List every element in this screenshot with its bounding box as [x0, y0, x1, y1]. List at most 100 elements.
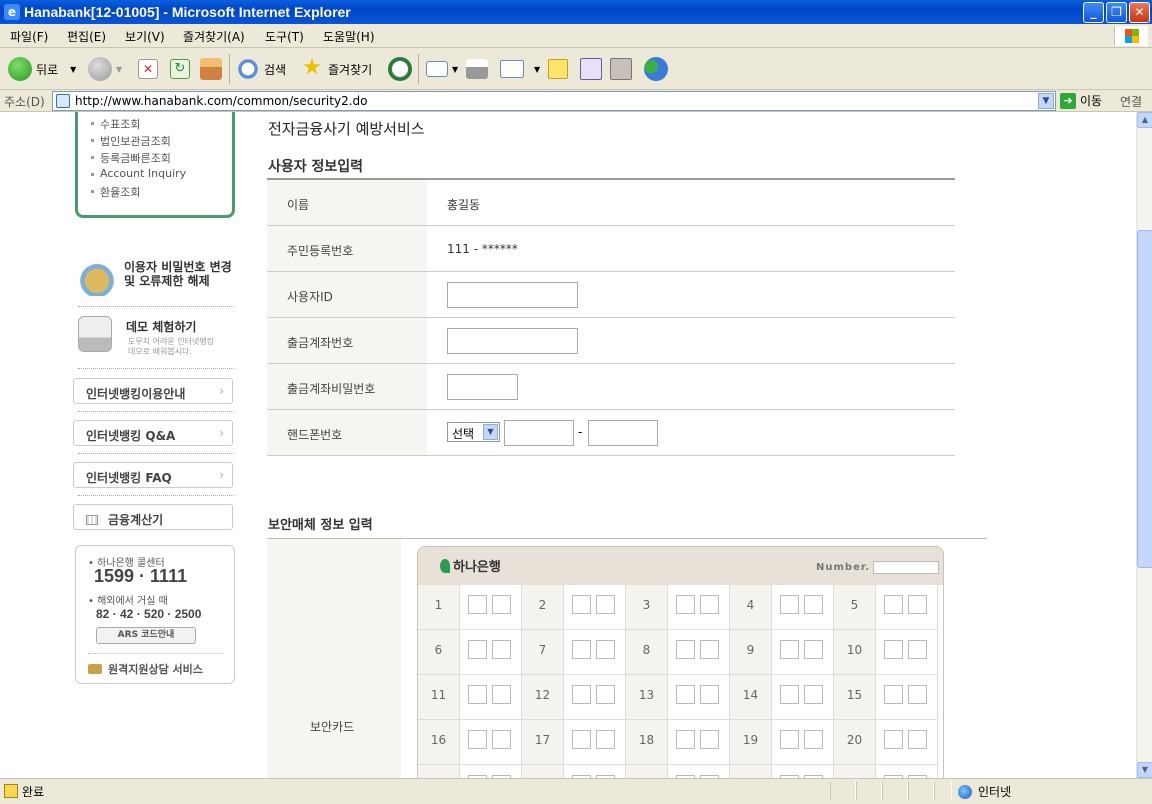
vertical-scrollbar[interactable]: ▲ ▼	[1136, 112, 1152, 778]
minimize-button[interactable]: _	[1083, 2, 1104, 23]
card-digit-box	[596, 730, 615, 749]
note-icon	[548, 59, 568, 79]
address-input[interactable]: http://www.hanabank.com/common/security2…	[52, 91, 1056, 111]
resident-number-value: 111 - ******	[447, 242, 518, 256]
home-button[interactable]	[200, 55, 226, 83]
history-button[interactable]	[388, 55, 416, 83]
forward-button[interactable]: ▼	[88, 55, 122, 83]
scroll-thumb[interactable]	[1137, 230, 1152, 568]
financial-calculator-button[interactable]: 금융계산기	[73, 504, 233, 530]
research-icon	[580, 58, 602, 80]
password-change-promo[interactable]: 이용자 비밀번호 변경 및 오류제한 해제	[78, 258, 234, 298]
discuss-button[interactable]	[548, 55, 572, 83]
refresh-button[interactable]: ↻	[170, 55, 194, 83]
media-button[interactable]	[610, 55, 636, 83]
scroll-up-icon[interactable]: ▲	[1137, 112, 1152, 128]
windows-logo-icon	[1114, 26, 1148, 46]
status-text: 완료	[22, 785, 45, 799]
card-digit-box	[804, 685, 823, 704]
account-number-input[interactable]	[447, 328, 578, 354]
title-bar: e Hanabank[12-01005] - Microsoft Interne…	[0, 0, 1152, 24]
card-cell-number: 16	[418, 720, 460, 765]
remote-support-link[interactable]: 원격지원상담 서비스	[88, 661, 203, 677]
sidebar-link-court-deposit[interactable]: 법인보관금조회	[91, 133, 171, 149]
security-card-label: 보안카드	[310, 720, 355, 734]
computer-icon	[78, 316, 112, 352]
sidebar-link-check-inquiry[interactable]: 수표조회	[90, 116, 140, 132]
card-digit-box	[492, 640, 511, 659]
mail-button[interactable]: ▼	[426, 55, 458, 83]
card-digit-box	[884, 730, 903, 749]
globe-icon	[958, 784, 972, 799]
maximize-button[interactable]: ❐	[1106, 2, 1127, 23]
form-row-phone: 핸드폰번호 선택 ▼ -	[267, 410, 955, 456]
account-password-input[interactable]	[447, 374, 518, 400]
messenger-button[interactable]	[644, 55, 672, 83]
phone-last-input[interactable]	[588, 420, 658, 446]
card-cell-number: 11	[418, 675, 460, 720]
security-card: 하나은행 Number. 1 2 3 4 5 6 7 8 9 10 11 12 13 14 15 16 17 18…	[417, 546, 944, 778]
form-row-resident-number: 주민등록번호 111 - ******	[267, 226, 955, 272]
name-value: 홍길동	[447, 198, 481, 212]
card-cell-number: 20	[834, 720, 876, 765]
banking-guide-button[interactable]: 인터넷뱅킹이용안내 ›	[73, 378, 233, 404]
toolbar-separator	[418, 54, 419, 84]
user-info-heading: 사용자 정보입력	[268, 159, 364, 175]
card-cell-number: 10	[834, 630, 876, 675]
stop-button[interactable]: ✕	[138, 55, 162, 83]
research-button[interactable]	[580, 55, 606, 83]
hana-bank-logo: 하나은행	[440, 556, 501, 575]
links-button[interactable]: 연결	[1120, 93, 1142, 110]
phone-prefix-select[interactable]: 선택 ▼	[447, 422, 500, 442]
search-button[interactable]: 검색	[236, 55, 286, 83]
sidebar-link-exchange-rate[interactable]: 환율조회	[90, 184, 140, 200]
card-cell-number: 24	[730, 765, 772, 778]
card-digit-box	[492, 685, 511, 704]
chevron-down-icon: ▼	[483, 424, 498, 440]
card-code-cell	[668, 585, 730, 630]
back-arrow-icon	[8, 57, 32, 81]
menu-help[interactable]: 도움말(H)	[323, 28, 375, 45]
card-cell-number: 17	[522, 720, 564, 765]
card-digit-box	[804, 595, 823, 614]
card-code-cell	[564, 765, 626, 778]
menu-file[interactable]: 파일(F)	[10, 28, 48, 45]
toolbar-separator	[229, 54, 230, 84]
card-digit-box	[700, 685, 719, 704]
menu-edit[interactable]: 편집(E)	[67, 28, 106, 45]
user-id-input[interactable]	[447, 282, 578, 308]
phone-middle-input[interactable]	[504, 420, 574, 446]
star-icon: ★	[302, 55, 322, 80]
back-button[interactable]: 뒤로 ▼	[8, 55, 76, 83]
card-cell-number: 9	[730, 630, 772, 675]
card-digit-box	[468, 730, 487, 749]
sidebar-link-tuition[interactable]: 등록금빠른조회	[91, 150, 171, 166]
sidebar-link-account-inquiry[interactable]: Account Inquiry	[90, 167, 186, 180]
address-bar: 주소(D) http://www.hanabank.com/common/sec…	[0, 90, 1152, 112]
card-digit-box	[676, 685, 695, 704]
print-button[interactable]	[466, 55, 492, 83]
banking-qa-button[interactable]: 인터넷뱅킹 Q&A ›	[73, 420, 233, 446]
menu-tools[interactable]: 도구(T)	[265, 28, 304, 45]
menu-favorites[interactable]: 즐겨찾기(A)	[183, 28, 245, 45]
favorites-button[interactable]: ★ 즐겨찾기	[300, 55, 372, 83]
close-button[interactable]: ✕	[1129, 2, 1150, 23]
edit-button[interactable]: ▼	[500, 55, 540, 83]
scroll-down-icon[interactable]: ▼	[1137, 762, 1152, 778]
card-cell-number: 6	[418, 630, 460, 675]
go-arrow-icon: ➔	[1060, 92, 1076, 109]
ars-code-button[interactable]: ARS 코드안내	[96, 627, 196, 644]
mail-icon	[426, 61, 448, 77]
page-title: 전자금융사기 예방서비스	[268, 120, 425, 138]
form-row-user-id: 사용자ID	[267, 272, 955, 318]
address-dropdown-icon[interactable]: ▼	[1038, 93, 1054, 109]
menu-view[interactable]: 보기(V)	[125, 28, 165, 45]
media-icon	[610, 58, 632, 80]
card-digit-box	[572, 595, 591, 614]
go-button[interactable]: ➔ 이동	[1060, 92, 1102, 109]
edit-icon	[500, 60, 524, 78]
security-card-label-cell	[267, 539, 401, 778]
banking-faq-button[interactable]: 인터넷뱅킹 FAQ ›	[73, 462, 233, 488]
card-cell-number: 13	[626, 675, 668, 720]
demo-promo[interactable]: 데모 체험하기 도무지 어려운 인터넷뱅킹 데모로 배워봅시다.	[78, 316, 234, 362]
